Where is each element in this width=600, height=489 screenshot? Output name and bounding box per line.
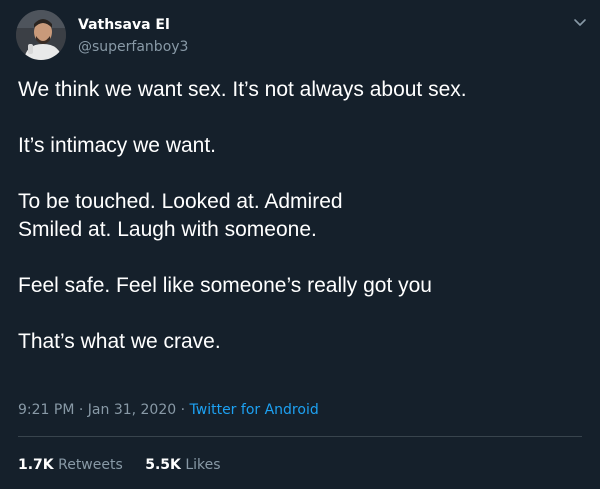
avatar-photo (16, 10, 66, 60)
likes-label: Likes (185, 457, 221, 473)
tweet-line: That’s what we crave. (18, 330, 221, 353)
retweets-label: Retweets (58, 457, 123, 473)
tweet-line: We think we want sex. It’s not always ab… (18, 78, 467, 101)
divider (18, 436, 582, 437)
tweet-line: It’s intimacy we want. (18, 134, 217, 157)
tweet-stats: 1.7K Retweets 5.5K Likes (18, 455, 239, 475)
tweet-line: To be touched. Looked at. Admired (18, 190, 343, 213)
tweet-source-link[interactable]: Twitter for Android (190, 402, 319, 418)
tweet-time[interactable]: 9:21 PM (18, 402, 74, 418)
tweet-text: We think we want sex. It’s not always ab… (18, 76, 584, 356)
chevron-down-icon[interactable] (570, 12, 590, 32)
tweet-card: Vathsava El @superfanboy3 We think we wa… (0, 0, 600, 489)
meta-separator: · (78, 402, 84, 418)
meta-separator: · (180, 402, 186, 418)
retweets-stat[interactable]: 1.7K Retweets (18, 457, 127, 473)
display-name[interactable]: Vathsava El (78, 16, 170, 34)
likes-stat[interactable]: 5.5K Likes (145, 457, 220, 473)
tweet-line: Feel safe. Feel like someone’s really go… (18, 274, 432, 297)
tweet-date[interactable]: Jan 31, 2020 (88, 402, 176, 418)
tweet-line: Smiled at. Laugh with someone. (18, 218, 317, 241)
likes-count: 5.5K (145, 457, 181, 473)
retweets-count: 1.7K (18, 457, 54, 473)
avatar[interactable] (16, 10, 66, 60)
user-handle[interactable]: @superfanboy3 (78, 38, 188, 56)
tweet-meta: 9:21 PM · Jan 31, 2020 · Twitter for And… (18, 400, 319, 420)
